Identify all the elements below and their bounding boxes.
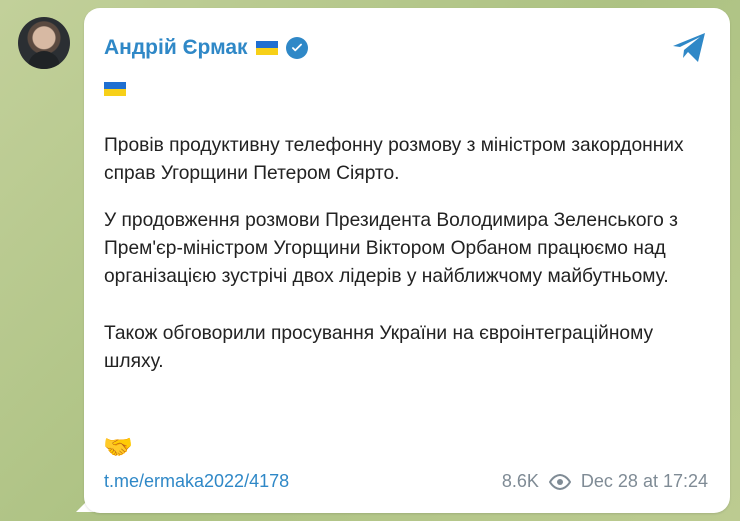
- message-bubble: Андрій Єрмак Провів продуктивну телефонн…: [84, 8, 730, 513]
- hungary-flag-icon: [130, 82, 152, 96]
- message-paragraph-1: [104, 75, 714, 103]
- flags-icons: [104, 82, 152, 96]
- author-name[interactable]: Андрій Єрмак: [104, 36, 248, 60]
- message-header: Андрій Єрмак: [104, 36, 308, 60]
- message-block-1: Провів продуктивну телефонну розмову з м…: [104, 135, 684, 184]
- eye-icon: [548, 473, 572, 490]
- message-meta: 8.6K Dec 28 at 17:24: [502, 471, 708, 492]
- views-count: 8.6K: [501, 471, 539, 491]
- message-paragraph-3: Також обговорили просування України на є…: [104, 320, 714, 376]
- message-paragraph-2: У продовження розмови Президента Володим…: [104, 207, 714, 291]
- ukraine-flag-icon: [104, 82, 126, 96]
- message-block-3: Також обговорили просування України на є…: [104, 323, 654, 373]
- ukraine-flag-icon: [255, 41, 278, 55]
- telegram-share-icon[interactable]: [670, 28, 708, 66]
- post-link[interactable]: t.me/ermaka2022/4178: [104, 471, 289, 492]
- verified-icon: [285, 37, 308, 59]
- author-avatar[interactable]: [18, 17, 70, 69]
- message-text: Провів продуктивну телефонну розмову з м…: [104, 75, 714, 405]
- handshake-icon: 🤝: [103, 434, 133, 461]
- post-date: Dec 28 at 17:24: [580, 471, 708, 491]
- message-block-2: У продовження розмови Президента Володим…: [104, 210, 678, 288]
